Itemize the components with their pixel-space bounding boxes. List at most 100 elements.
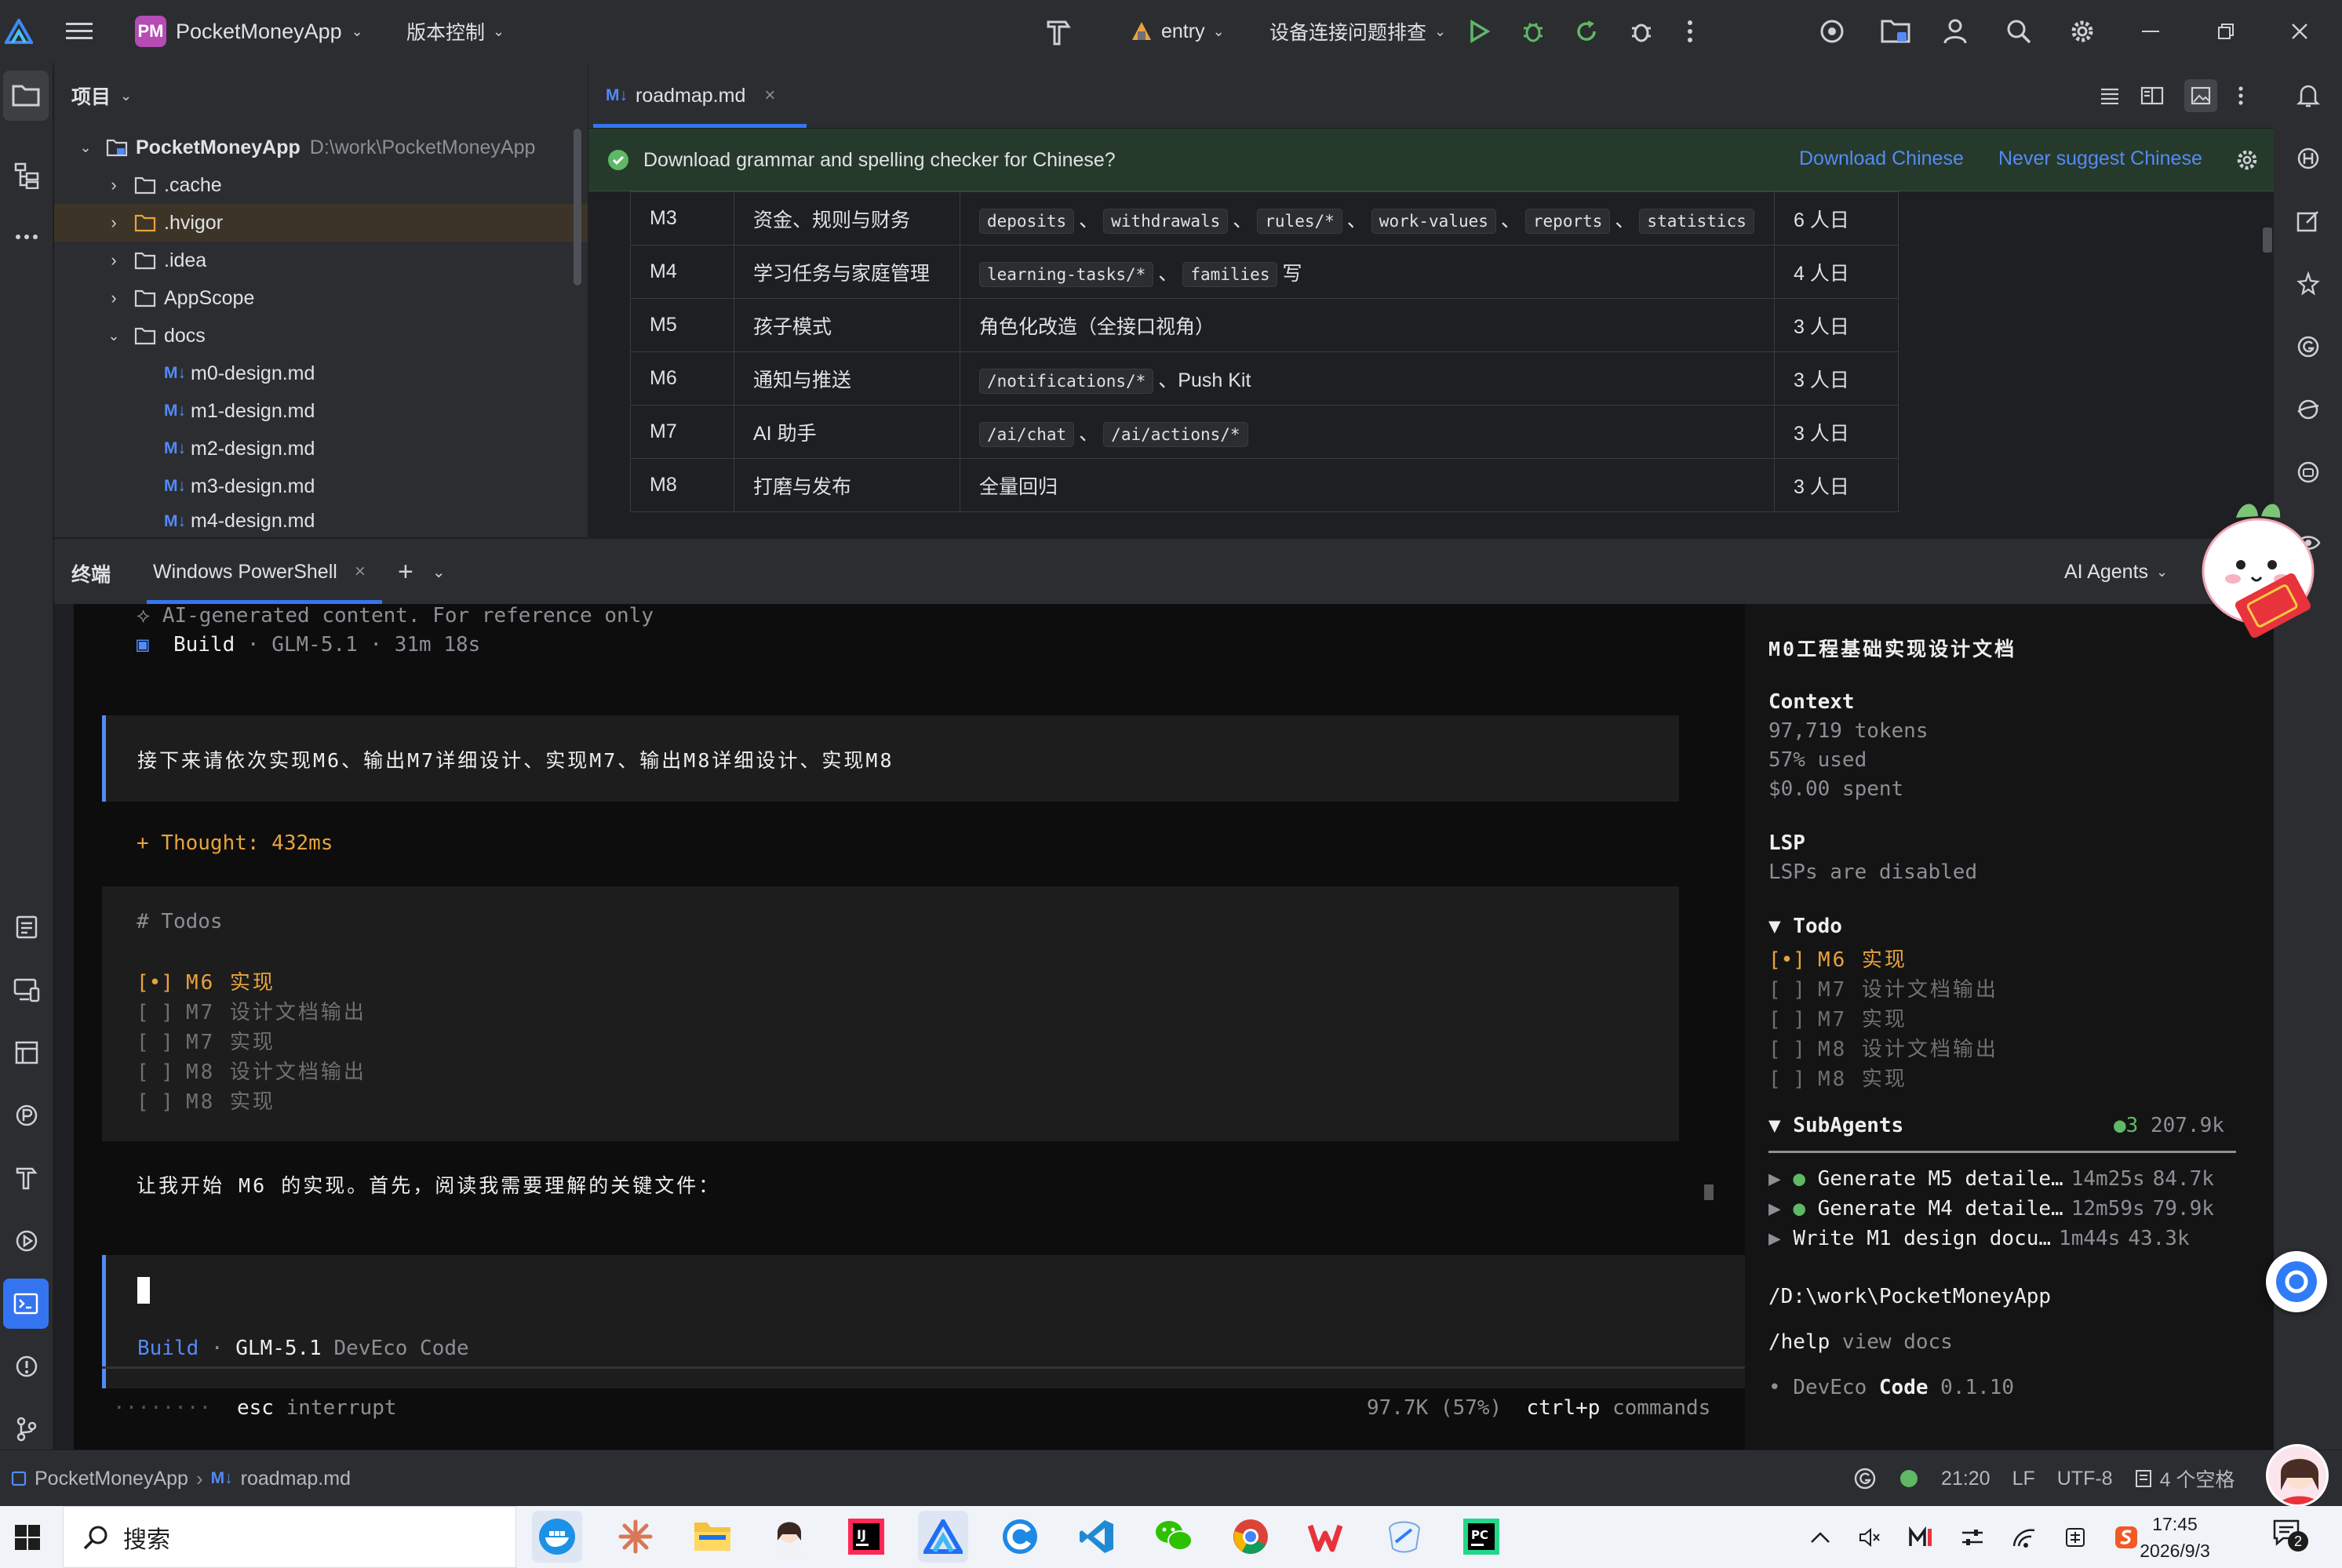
floating-assistant-button[interactable] [2266, 1251, 2327, 1312]
more-vertical-icon[interactable] [1687, 0, 1710, 63]
subagent-row[interactable]: ▶ Write M1 design docu… 1m44s 43.3k [1768, 1227, 2190, 1250]
project-tool-icon[interactable] [3, 71, 49, 121]
codegenie-g-icon[interactable] [2274, 322, 2342, 372]
planet-icon[interactable] [2274, 384, 2342, 435]
taskbar-search-box[interactable]: 搜索 [63, 1506, 516, 1568]
breadcrumb-project[interactable]: PocketMoneyApp [35, 1468, 188, 1490]
indent-setting[interactable]: 4 个空格 [2135, 1464, 2235, 1493]
structure-tool-icon[interactable] [0, 151, 53, 201]
chevron-up-icon[interactable] [1809, 1530, 1831, 1544]
tray-app-m-icon[interactable] [1908, 1526, 1933, 1549]
taskbar-app-explorer[interactable] [687, 1511, 738, 1563]
file-encoding[interactable]: UTF-8 [2057, 1468, 2113, 1490]
edit-note-icon[interactable] [2274, 196, 2342, 246]
speaker-muted-icon[interactable] [1858, 1526, 1881, 1549]
layout-inspector-icon[interactable] [0, 1028, 53, 1078]
restore-window-icon[interactable] [2217, 0, 2249, 63]
split-view-icon[interactable] [2140, 86, 2164, 105]
todo-tool-icon[interactable] [0, 902, 53, 952]
notifications-bell-icon[interactable] [2274, 71, 2342, 121]
tree-item-m2-design[interactable]: M↓ m2-design.md [54, 430, 588, 467]
vcs-menu[interactable]: 版本控制 ⌄ [406, 0, 504, 63]
editor-scrollbar[interactable] [2263, 227, 2272, 253]
subagent-row[interactable]: ▶ ● Generate M4 detaile… 12m59s 79.9k [1768, 1197, 2214, 1221]
chevron-down-icon[interactable]: ⌄ [432, 562, 446, 582]
taskbar-app-remote[interactable] [1379, 1511, 1430, 1563]
cursor-position[interactable]: 21:20 [1941, 1468, 1991, 1490]
taskbar-app-claude[interactable] [610, 1511, 661, 1563]
tree-item-m3-design[interactable]: M↓ m3-design.md [54, 467, 588, 505]
input-method-icon[interactable] [2063, 1526, 2087, 1549]
never-suggest-link[interactable]: Never suggest Chinese [1998, 147, 2202, 170]
tree-item-idea[interactable]: › .idea [54, 242, 588, 279]
ai-star-icon[interactable] [2274, 259, 2342, 309]
close-tab-icon[interactable]: × [764, 85, 775, 107]
terminal-tab-powershell[interactable]: Windows PowerShell × [153, 539, 366, 605]
taskbar-app-deveco[interactable] [918, 1511, 968, 1563]
account-icon[interactable] [1943, 0, 1977, 63]
git-branch-icon[interactable] [0, 1404, 53, 1454]
tray-sliders-icon[interactable] [1960, 1526, 1985, 1549]
notification-center[interactable]: 2 [2272, 1519, 2311, 1555]
preview-only-button[interactable] [2184, 79, 2217, 112]
run-tool-icon[interactable] [0, 1216, 53, 1266]
hammer-icon[interactable] [1044, 0, 1083, 63]
taskbar-app-wps[interactable] [1302, 1511, 1353, 1563]
tree-item-docs[interactable]: ⌄ docs [54, 317, 588, 355]
download-chinese-link[interactable]: Download Chinese [1799, 147, 1964, 170]
harmony-h-icon[interactable] [2274, 133, 2342, 184]
search-icon[interactable] [2005, 0, 2040, 63]
tree-root[interactable]: ⌄ PocketMoneyApp D:\work\PocketMoneyApp [54, 129, 588, 166]
ai-agents-dropdown[interactable]: AI Agents ⌄ [2064, 539, 2168, 605]
profiler-icon[interactable] [0, 1090, 53, 1141]
problems-icon[interactable] [0, 1341, 53, 1392]
taskbar-app-pycharm[interactable]: PC [1456, 1511, 1506, 1563]
device-manager-icon[interactable] [1880, 0, 1914, 63]
terminal-output[interactable]: ⟡ AI-generated content. For reference on… [74, 604, 1745, 1450]
profiler-bug-icon[interactable] [1629, 0, 1660, 63]
tree-item-hvigor[interactable]: › .hvigor [54, 204, 588, 242]
codegenie-status-icon[interactable] [1853, 1467, 1877, 1490]
subagent-row[interactable]: ▶ ● Generate M5 detaile… 14m25s 84.7k [1768, 1167, 2214, 1191]
todo-label[interactable]: ▼ Todo [1768, 915, 1842, 938]
build-hammer-icon[interactable] [0, 1153, 53, 1203]
taskbar-app-wechat[interactable] [1149, 1511, 1199, 1563]
tree-item-m0-design[interactable]: M↓ m0-design.md [54, 355, 588, 392]
project-scrollbar[interactable] [574, 129, 581, 286]
line-separator[interactable]: LF [2012, 1468, 2035, 1490]
taskbar-app-browser[interactable] [995, 1511, 1045, 1563]
wifi-icon[interactable] [2012, 1526, 2037, 1549]
close-window-icon[interactable] [2291, 0, 2322, 63]
start-button[interactable] [0, 1506, 55, 1568]
add-terminal-icon[interactable]: + [398, 557, 413, 588]
user-avatar[interactable] [2266, 1444, 2329, 1507]
status-ok-dot-icon[interactable] [1899, 1468, 1919, 1489]
editor-only-icon[interactable] [2100, 87, 2120, 104]
tree-item-m1-design[interactable]: M↓ m1-design.md [54, 392, 588, 430]
breadcrumb-file[interactable]: roadmap.md [241, 1468, 351, 1490]
device-selector[interactable]: 设备连接问题排查 ⌄ [1269, 0, 1446, 63]
terminal-tool-icon[interactable] [3, 1279, 49, 1329]
tree-item-appscope[interactable]: › AppScope [54, 279, 588, 317]
settings-gear-icon[interactable] [2068, 0, 2103, 63]
run-icon[interactable] [1469, 0, 1500, 63]
main-menu-icon[interactable] [66, 0, 105, 63]
apply-changes-icon[interactable] [1574, 0, 1605, 63]
minimize-window-icon[interactable] [2142, 0, 2173, 63]
taskbar-app-chrome[interactable] [1226, 1511, 1276, 1563]
subagents-label[interactable]: ▼ SubAgents [1768, 1114, 1903, 1137]
run-config-selector[interactable]: entry ⌄ [1130, 0, 1225, 63]
tree-item-m4-design[interactable]: M↓ m4-design.md [54, 505, 588, 537]
banner-settings-icon[interactable] [2235, 147, 2260, 173]
taskbar-clock[interactable]: 17:45 2026/9/3 [2120, 1511, 2230, 1564]
debug-icon[interactable] [1521, 0, 1552, 63]
terminal-scrollbar[interactable] [1704, 1184, 1714, 1200]
device-file-icon[interactable] [0, 965, 53, 1015]
mascot-sticker[interactable] [2189, 486, 2322, 651]
more-vertical-icon[interactable] [2238, 85, 2244, 106]
taskbar-app-avatar[interactable] [764, 1511, 814, 1563]
taskbar-app-docker[interactable] [532, 1511, 582, 1563]
code-lens-icon[interactable] [1819, 0, 1853, 63]
taskbar-app-intellij[interactable]: IJ [841, 1511, 891, 1563]
editor-tab-roadmap[interactable]: M↓ roadmap.md × [606, 63, 775, 129]
